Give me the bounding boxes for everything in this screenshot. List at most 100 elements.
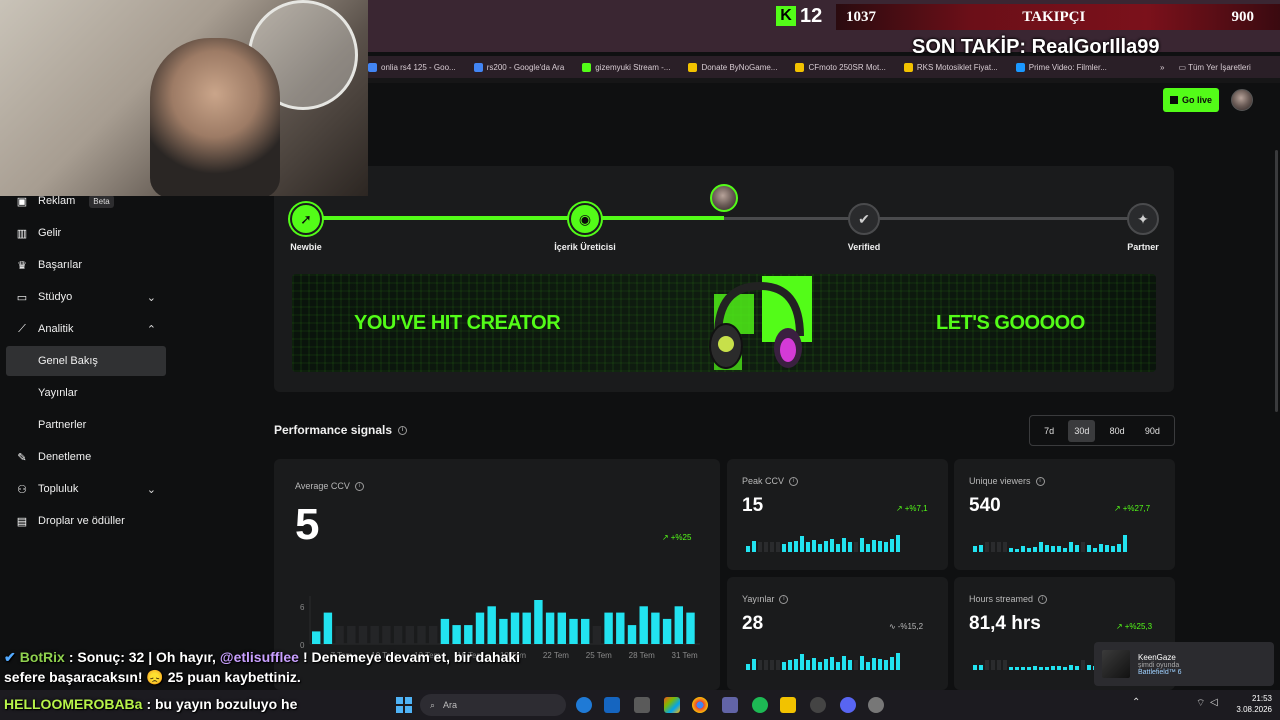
bookmark-item[interactable]: onlia rs4 125 - Goo... <box>368 62 456 72</box>
sidebar-item-gelir[interactable]: ▥ Gelir <box>6 218 166 248</box>
sidebar-item-basarilar[interactable]: ♛ Başarılar <box>6 250 166 280</box>
ccv-bar[interactable] <box>557 612 566 644</box>
ccv-bar[interactable] <box>522 612 531 644</box>
bookmark-item[interactable]: Donate ByNoGame... <box>688 62 777 72</box>
sidebar-item-topluluk[interactable]: ⚇ Topluluk ⌄ <box>6 474 166 504</box>
store-icon[interactable] <box>634 697 650 713</box>
ccv-bar[interactable] <box>545 612 555 644</box>
ccv-bar[interactable] <box>581 618 590 644</box>
sparkline-bar <box>764 660 768 670</box>
chrome-icon[interactable] <box>692 697 708 713</box>
bookmark-item[interactable]: gizemyuki Stream -... <box>582 62 670 72</box>
sparkline-bar <box>1045 544 1049 552</box>
edge-icon[interactable] <box>576 697 592 713</box>
ccv-bar[interactable] <box>393 626 403 644</box>
ccv-bar[interactable] <box>499 618 508 644</box>
go-live-button[interactable]: Go live <box>1163 88 1219 112</box>
ccv-bar[interactable] <box>429 626 438 644</box>
outlook-icon[interactable] <box>604 697 620 713</box>
teams-icon[interactable] <box>722 697 738 713</box>
all-bookmarks-folder[interactable]: ▭ Tüm Yer İşaretleri <box>1178 63 1250 72</box>
discord-icon[interactable] <box>840 697 856 713</box>
sidebar-item-denetleme[interactable]: ✎ Denetleme <box>6 442 166 472</box>
info-icon[interactable]: i <box>1035 476 1045 486</box>
ccv-bar[interactable] <box>651 612 660 644</box>
ccv-bar[interactable] <box>417 626 426 644</box>
spotify-icon[interactable] <box>752 697 768 713</box>
range-90d-button[interactable]: 90d <box>1139 420 1166 442</box>
sparkline-bar <box>1099 543 1103 552</box>
sparkline-bar <box>1123 535 1127 552</box>
ccv-bar[interactable] <box>475 612 485 644</box>
tray-chevron-icon[interactable]: ⌃ <box>1132 697 1140 708</box>
ccv-bar[interactable] <box>534 600 543 644</box>
sparkline-bar <box>1021 667 1025 670</box>
steam-toast[interactable]: KeenGaze şimdi oyunda Battlefield™ 6 <box>1094 642 1274 686</box>
obs-icon[interactable] <box>868 697 884 713</box>
ccv-bar[interactable] <box>323 612 333 644</box>
ccv-bar[interactable] <box>569 618 578 644</box>
sidebar-item-genel-bakis[interactable]: Genel Bakış <box>6 346 166 376</box>
sidebar-item-label: Başarılar <box>38 259 83 271</box>
page-scrollbar[interactable] <box>1275 150 1278 412</box>
ccv-bar[interactable] <box>347 626 356 644</box>
windows-start-icon[interactable] <box>396 697 412 713</box>
chart-icon: ▥ <box>16 227 28 240</box>
peak-ccv-title-text: Peak CCV <box>742 476 785 486</box>
avatar[interactable] <box>1231 89 1253 111</box>
sidebar-item-droplar[interactable]: ▤ Droplar ve ödüller <box>6 506 166 536</box>
info-icon[interactable]: i <box>1038 594 1048 604</box>
last-follow-text: SON TAKİP: RealGorIlla99 <box>912 36 1160 58</box>
range-30d-button[interactable]: 30d <box>1068 419 1096 442</box>
volume-icon[interactable]: ◁ <box>1210 697 1218 708</box>
sidebar-item-yayinlar[interactable]: Yayınlar <box>6 378 166 408</box>
clock[interactable]: 21:53 3.08.2026 <box>1226 693 1272 715</box>
ccv-bar[interactable] <box>370 626 379 644</box>
ccv-bar[interactable] <box>382 626 391 644</box>
ccv-bar[interactable] <box>405 626 414 644</box>
bookmark-item[interactable]: RKS Motosiklet Fiyat... <box>903 62 998 72</box>
wifi-icon[interactable]: ⌔ <box>1196 697 1205 710</box>
ccv-bar[interactable] <box>627 625 637 644</box>
sparkline-bar <box>1063 548 1067 552</box>
range-80d-button[interactable]: 80d <box>1104 420 1131 442</box>
ccv-bar[interactable] <box>639 606 648 644</box>
ccv-bar[interactable] <box>674 606 683 644</box>
info-icon[interactable]: i <box>398 425 408 435</box>
chevron-right-icon[interactable]: » <box>1160 63 1164 72</box>
milestone-label-verified: Verified <box>847 242 881 252</box>
sidebar-item-partnerler[interactable]: Partnerler <box>6 410 166 440</box>
folder-icon[interactable] <box>780 697 796 713</box>
ccv-bar[interactable] <box>592 626 602 644</box>
bookmark-item[interactable]: CFmoto 250SR Mot... <box>795 62 886 72</box>
range-7d-button[interactable]: 7d <box>1038 420 1060 442</box>
ccv-bar[interactable] <box>464 625 473 644</box>
ccv-bar[interactable] <box>312 631 321 644</box>
ccv-bar[interactable] <box>604 612 613 644</box>
bookmark-item[interactable]: rs200 - Google'da Ara <box>473 62 564 72</box>
ccv-bar[interactable] <box>358 626 368 644</box>
ccv-bar[interactable] <box>335 626 344 644</box>
taskbar-search[interactable]: ⌕ Ara <box>420 694 566 716</box>
ccv-bar[interactable] <box>440 618 450 644</box>
sidebar-item-studyo[interactable]: ▭ Stüdyo ⌄ <box>6 282 166 312</box>
ccv-bar[interactable] <box>452 625 461 644</box>
ccv-bar[interactable] <box>616 612 625 644</box>
range-selector: 7d 30d 80d 90d <box>1029 415 1175 446</box>
sparkline-bar <box>1075 666 1079 670</box>
info-icon[interactable]: i <box>779 594 789 604</box>
ccv-bar[interactable] <box>686 612 695 644</box>
ccv-bar[interactable] <box>662 618 672 644</box>
info-icon[interactable]: i <box>354 481 364 491</box>
ccv-bar[interactable] <box>487 606 496 644</box>
trend-up-icon: ↗ <box>896 504 903 513</box>
copilot-icon[interactable] <box>664 697 680 713</box>
bookmark-item[interactable]: Prime Video: Filmler... <box>1015 62 1107 72</box>
sparkline-bar <box>770 660 774 670</box>
sidebar-item-analitik[interactable]: ⟋ Analitik ⌃ <box>6 314 166 344</box>
ccv-bar[interactable] <box>510 612 520 644</box>
sparkline-bar <box>1027 548 1031 552</box>
app-icon[interactable] <box>810 697 826 713</box>
bookmark-icon <box>473 62 483 72</box>
info-icon[interactable]: i <box>789 476 799 486</box>
